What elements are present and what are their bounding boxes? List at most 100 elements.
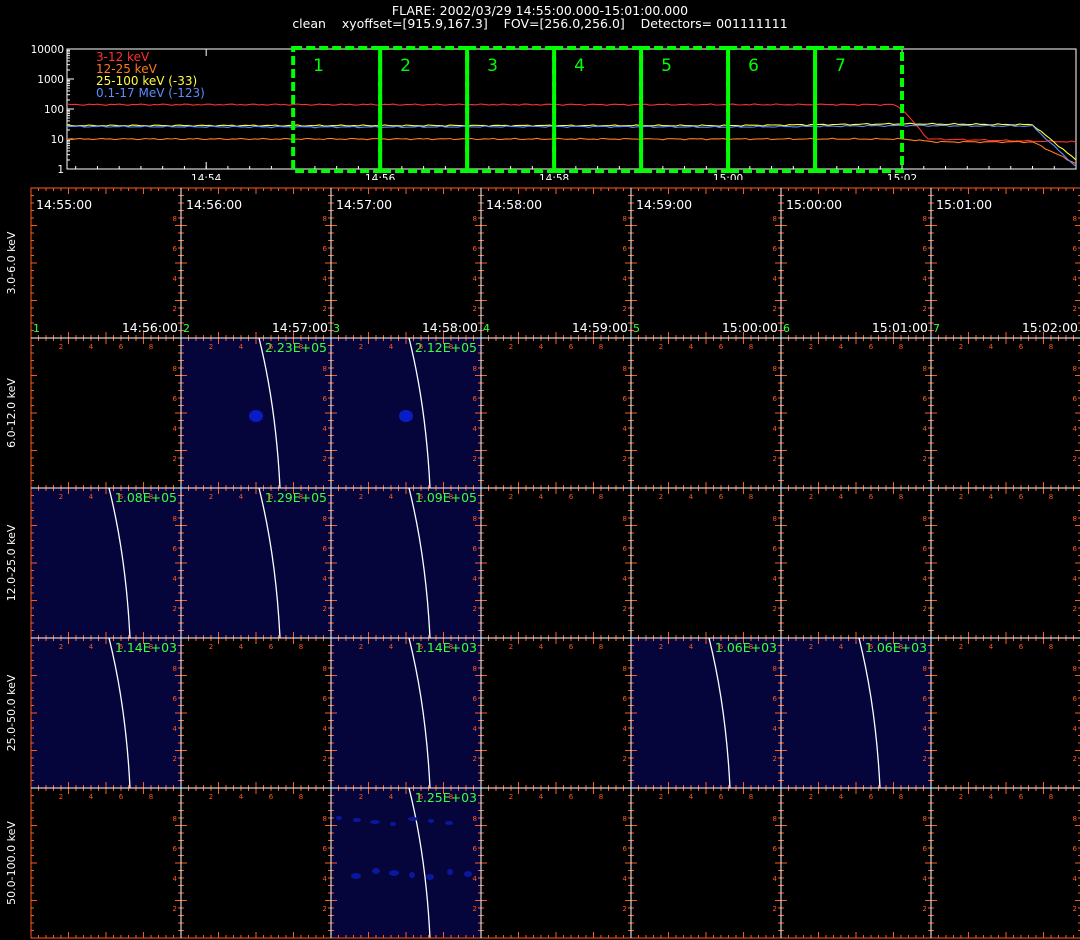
x-tick-label: 8 — [749, 493, 753, 501]
x-tick-label: 8 — [599, 493, 603, 501]
y-tick-label: 6 — [773, 695, 778, 703]
y-tick-label: 2 — [323, 455, 327, 463]
image-cell: 2 2 4 4 6 6 8 8 — [480, 337, 632, 489]
image-cell: 2 2 4 4 6 6 8 8 — [30, 787, 182, 939]
start-time-label: 14:59:00 — [636, 197, 692, 212]
y-tick-label: 8 — [173, 365, 177, 373]
x-tick-label: 4 — [689, 793, 694, 801]
image-cell: 2 2 4 4 6 6 8 8 — [930, 787, 1080, 939]
peak-label: 1.08E+05 — [115, 490, 177, 505]
y-tick-label: 6 — [923, 545, 928, 553]
x-tick-label: 2 — [809, 343, 813, 351]
y-tick-label: 2 — [323, 905, 327, 913]
y-tick-label: 6 — [773, 395, 778, 403]
y-tick-label: 8 — [473, 365, 477, 373]
y-tick-label: 6 — [473, 545, 478, 553]
y-tick-label: 6 — [623, 545, 628, 553]
x-tick-label: 8 — [299, 343, 303, 351]
y-tick-label: 2 — [473, 605, 477, 613]
y-tick-label: 8 — [1073, 365, 1077, 373]
y-tick-label: 2 — [173, 605, 177, 613]
y-tick-label: 4 — [623, 425, 628, 433]
y-tick-label: 6 — [1073, 545, 1078, 553]
y-tick-label: 8 — [473, 815, 477, 823]
row-label: 25.0-50.0 keV — [5, 674, 18, 751]
y-tick-label: 8 — [923, 815, 927, 823]
x-tick-label: 8 — [299, 793, 303, 801]
x-tick-label: 2 — [209, 343, 213, 351]
row-label: 3.0-6.0 keV — [5, 231, 18, 294]
x-tick-label: 2 — [659, 643, 663, 651]
x-tick-label: 4 — [89, 493, 94, 501]
x-tick-label: 8 — [1049, 643, 1053, 651]
x-tick-label: 6 — [869, 793, 874, 801]
y-tick-label: 4 — [623, 575, 628, 583]
y-tick-label: 8 — [173, 215, 177, 223]
y-tick-label: 8 — [773, 215, 777, 223]
x-tick-label: 6 — [269, 493, 274, 501]
start-time-label: 15:00:00 — [786, 197, 842, 212]
noise-blob — [370, 820, 380, 824]
x-tick-label: 4 — [539, 493, 544, 501]
cell-frame — [180, 637, 332, 789]
cell-frame — [930, 787, 1080, 939]
row-label: 12.0-25.0 keV — [5, 524, 18, 601]
x-tick-label: 8 — [749, 343, 753, 351]
x-tick-label: 4 — [989, 343, 994, 351]
y-tick-label: 6 — [473, 245, 478, 253]
cell-frame — [930, 487, 1080, 639]
y-tick-label: 4 — [473, 275, 478, 283]
noise-blob — [445, 821, 453, 825]
y-tick-label: 2 — [323, 755, 327, 763]
image-background — [331, 488, 481, 638]
cell-frame — [30, 787, 182, 939]
y-tick-label: 2 — [173, 905, 177, 913]
y-tick-label: 8 — [323, 815, 327, 823]
x-tick-label: 8 — [299, 643, 303, 651]
y-tick-label: 4 — [773, 425, 778, 433]
y-tick-label: 2 — [323, 605, 327, 613]
noise-blob — [336, 816, 342, 820]
y-tick-label: 4 — [773, 875, 778, 883]
image-background — [181, 488, 331, 638]
y-tick-label: 6 — [623, 695, 628, 703]
y-tick-label: 4 — [773, 275, 778, 283]
end-time-label: 14:56:00 — [122, 320, 178, 335]
x-tick-label: 2 — [959, 793, 963, 801]
x-tick-label: 2 — [959, 493, 963, 501]
y-tick-label: 2 — [773, 905, 777, 913]
y-tick-label: 2 — [173, 455, 177, 463]
image-cell: 1.08E+05 2 2 4 4 6 6 8 8 — [30, 487, 182, 639]
end-time-label: 14:59:00 — [572, 320, 628, 335]
image-background — [31, 638, 181, 788]
x-tick-label: 8 — [149, 343, 153, 351]
y-tick-label: 8 — [473, 515, 477, 523]
x-tick-label: 6 — [1019, 793, 1024, 801]
y-tick-label: 4 — [623, 275, 628, 283]
x-tick-label: 6 — [419, 343, 424, 351]
noise-blob — [389, 870, 399, 876]
x-tick-label: 2 — [59, 493, 63, 501]
y-tick-label: 6 — [923, 695, 928, 703]
image-cell: 2 2 4 4 6 6 8 8 — [480, 787, 632, 939]
y-tick-label: 2 — [923, 305, 927, 313]
image-cell: 1.09E+05 2 2 4 4 6 6 8 8 — [330, 487, 482, 639]
cell-frame — [480, 337, 632, 489]
x-tick-label: 8 — [149, 643, 153, 651]
x-tick-label: 8 — [449, 643, 453, 651]
y-tick-label: 4 — [473, 875, 478, 883]
y-tick-label: 8 — [323, 365, 327, 373]
image-cell: 2 2 4 4 6 6 8 8 — [180, 787, 332, 939]
y-tick-label: 4 — [1073, 575, 1078, 583]
start-time-label: 14:56:00 — [186, 197, 242, 212]
y-tick-label: 6 — [623, 245, 628, 253]
y-tick-label: 4 — [1073, 425, 1078, 433]
peak-label: 1.14E+03 — [415, 640, 477, 655]
y-tick-label: 2 — [1073, 455, 1077, 463]
x-tick-label: 4 — [839, 793, 844, 801]
noise-blob — [464, 871, 472, 877]
start-time-label: 14:58:00 — [486, 197, 542, 212]
y-tick-label: 6 — [773, 545, 778, 553]
image-cell: 2 2 4 4 6 6 8 8 — [180, 637, 332, 789]
image-cell: 2.12E+05 2 2 4 4 6 6 8 8 — [330, 337, 482, 489]
